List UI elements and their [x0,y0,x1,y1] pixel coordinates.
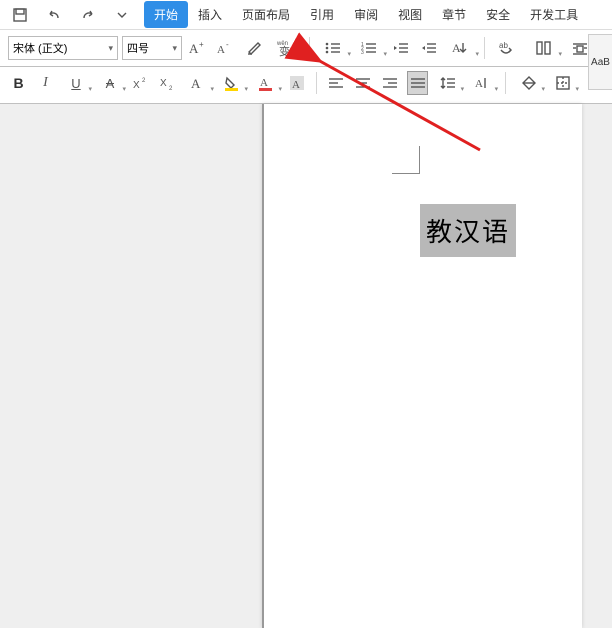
tab-sections[interactable]: 章节 [432,1,476,28]
clear-formatting-button[interactable] [242,36,266,60]
tab-view[interactable]: 视图 [388,1,432,28]
page-area: 教汉语 [262,104,612,628]
svg-text:2: 2 [169,86,173,92]
font-size-value: 四号 [127,40,149,56]
style-preview-label: AaB [591,57,610,68]
borders-button[interactable]: ▾ [549,71,577,95]
superscript-button[interactable]: X2 [130,71,151,95]
chevron-down-icon: ▾ [383,50,387,58]
numbered-list-button[interactable]: 123 ▾ [353,36,385,60]
chevron-down-icon: ▾ [347,50,351,58]
chevron-down-icon: ▾ [300,50,304,58]
text-effects-button[interactable]: A▾ [184,71,212,95]
phonetic-guide-button[interactable]: wěn 变 ▾ [270,36,302,60]
ribbon-tabs: 开始 插入 页面布局 引用 审阅 视图 章节 安全 开发工具 [144,1,588,28]
align-center-button[interactable] [353,71,374,95]
tab-references[interactable]: 引用 [300,1,344,28]
svg-text:+: + [199,40,204,49]
shrink-font-button[interactable]: A- [214,36,238,60]
svg-text:A: A [292,79,300,91]
tab-developer[interactable]: 开发工具 [520,1,588,28]
svg-text:ab: ab [499,41,508,50]
separator [505,72,506,94]
separator [316,72,317,94]
italic-button[interactable]: I [35,71,56,95]
document-page[interactable]: 教汉语 [262,104,582,628]
font-color-button[interactable]: A▾ [252,71,280,95]
align-justify-button[interactable] [407,71,428,95]
separator [309,37,310,59]
align-right-button[interactable] [380,71,401,95]
tab-review[interactable]: 审阅 [344,1,388,28]
tab-security[interactable]: 安全 [476,1,520,28]
tab-start[interactable]: 开始 [144,1,188,28]
svg-text:3: 3 [361,50,364,56]
font-name-value: 宋体 (正文) [13,40,67,56]
ribbon-row-1: 宋体 (正文) ▾ 四号 ▾ A+ A- wěn 变 ▾ ▾ 123 ▾ A ▾ [0,30,612,67]
underline-button[interactable]: U▾ [62,71,90,95]
svg-text:A: A [260,77,268,89]
svg-text:A: A [452,41,461,55]
distribute-button[interactable]: A▾ [468,71,496,95]
redo-icon[interactable] [76,3,100,27]
grow-font-button[interactable]: A+ [186,36,210,60]
tab-insert[interactable]: 插入 [188,1,232,28]
shading-button[interactable]: ▾ [515,71,543,95]
quick-access-toolbar [8,3,134,27]
chevron-down-icon: ▾ [108,43,113,54]
strikethrough-button[interactable]: A▾ [96,71,124,95]
qat-dropdown-icon[interactable] [110,3,134,27]
document-workspace: 教汉语 [0,104,612,628]
svg-text:A: A [191,76,201,91]
tab-page-layout[interactable]: 页面布局 [232,1,300,28]
font-size-combo[interactable]: 四号 ▾ [122,36,182,60]
svg-text:A: A [189,41,199,56]
separator [484,37,485,59]
bullet-list-button[interactable]: ▾ [317,36,349,60]
svg-text:A: A [217,44,225,56]
align-left-button[interactable] [326,71,347,95]
character-shading-button[interactable]: A [286,71,307,95]
selected-text[interactable]: 教汉语 [420,204,516,257]
svg-text:-: - [226,40,229,49]
subscript-button[interactable]: X2 [157,71,178,95]
svg-text:X: X [160,78,167,89]
svg-text:A: A [475,78,483,90]
ribbon-row-2: B I U▾ A▾ X2 X2 A▾ ▾ A▾ A ▾ A▾ ▾ ▾ ¶ [0,67,612,104]
chevron-down-icon: ▾ [558,50,562,58]
text-direction-button[interactable]: A ▾ [445,36,477,60]
gutter [0,104,262,628]
highlight-button[interactable]: ▾ [218,71,246,95]
svg-text:X: X [133,80,140,91]
chevron-down-icon: ▾ [475,50,479,58]
styles-panel[interactable]: AaB [588,34,612,90]
undo-icon[interactable] [42,3,66,27]
find-replace-button[interactable]: ab [492,36,524,60]
increase-indent-button[interactable] [417,36,441,60]
svg-text:变: 变 [279,44,290,58]
chevron-down-icon: ▾ [172,43,177,54]
line-spacing-button[interactable]: ▾ [434,71,462,95]
decrease-indent-button[interactable] [389,36,413,60]
menu-bar: 开始 插入 页面布局 引用 审阅 视图 章节 安全 开发工具 [0,0,612,30]
columns-button[interactable]: ▾ [528,36,560,60]
svg-text:2: 2 [142,78,146,84]
bold-button[interactable]: B [8,71,29,95]
paragraph-end-mark [392,146,420,174]
save-icon[interactable] [8,3,32,27]
font-name-combo[interactable]: 宋体 (正文) ▾ [8,36,118,60]
